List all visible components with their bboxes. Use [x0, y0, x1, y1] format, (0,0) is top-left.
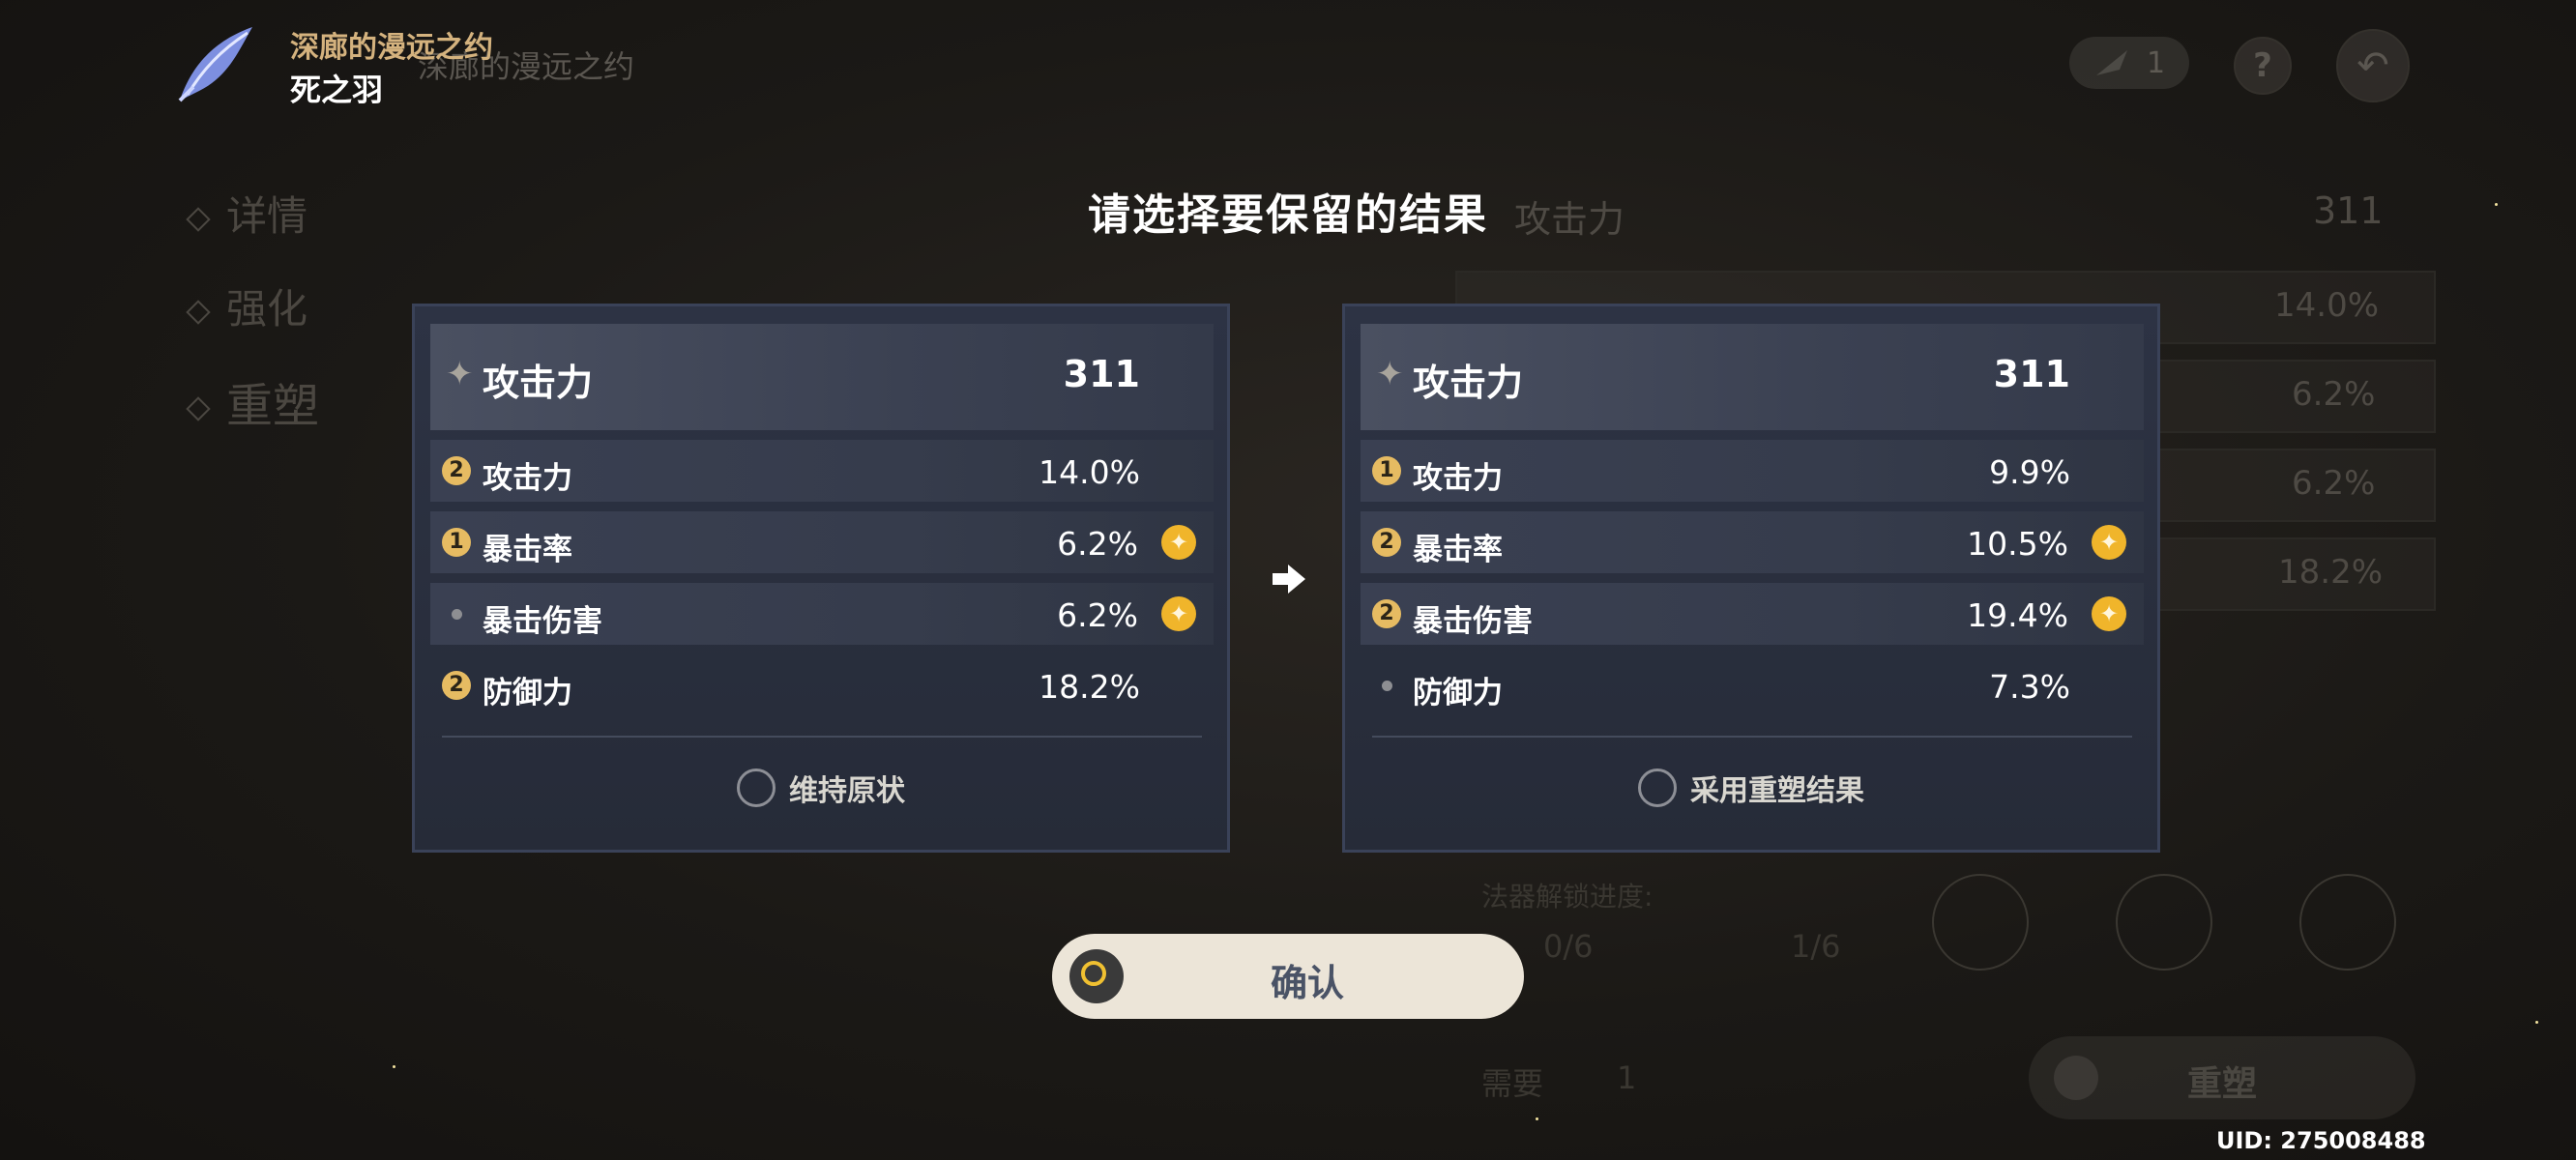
highlight-star-icon	[2092, 596, 2126, 631]
bg-substat-value: 14.0%	[2274, 286, 2380, 325]
substat-row: 1 攻击力 9.9%	[1361, 440, 2144, 502]
bg-substat-value: 6.2%	[2292, 375, 2376, 414]
radio-button[interactable]	[737, 768, 776, 807]
bg-compass-icon	[1932, 874, 2029, 971]
keep-original-option[interactable]: 维持原状	[415, 767, 1227, 809]
sparkle	[2495, 203, 2498, 206]
substat-row: 暴击伤害 6.2%	[430, 583, 1214, 645]
feather-icon	[178, 27, 252, 102]
nav-reshape[interactable]: 重塑	[186, 367, 319, 435]
main-stat-value: 311	[1063, 353, 1140, 395]
option-label: 维持原状	[789, 774, 905, 808]
star-icon: ✦	[446, 355, 474, 393]
substat-name: 攻击力	[483, 461, 572, 496]
substat-row: 2 攻击力 14.0%	[430, 440, 1214, 502]
substat-value: 6.2%	[1057, 525, 1138, 563]
option-card-keep[interactable]: ✦ 攻击力 311 2 攻击力 14.0% 1 暴击率 6.2% 暴击伤害 6.…	[412, 304, 1230, 853]
substat-value: 9.9%	[1989, 453, 2070, 491]
main-stat-name: 攻击力	[1413, 362, 1524, 404]
option-card-reshape[interactable]: ✦ 攻击力 311 1 攻击力 9.9% 2 暴击率 10.5% 2 暴击伤害 …	[1342, 304, 2160, 853]
nav-enhance[interactable]: 强化	[186, 276, 307, 335]
highlight-star-icon	[1161, 525, 1196, 560]
modal-title: 请选择要保留的结果	[1088, 190, 1488, 240]
substat-name: 防御力	[1413, 676, 1503, 710]
substat-name: 暴击率	[1413, 533, 1503, 567]
substat-value: 14.0%	[1039, 453, 1140, 491]
diamond-icon	[186, 396, 211, 421]
uid-label: UID: 275008488	[2216, 1127, 2426, 1154]
main-stat-row: ✦ 攻击力 311	[1361, 324, 2144, 430]
roll-count-badge: 2	[1372, 599, 1401, 628]
bullet-dot-icon	[1382, 681, 1392, 691]
material-icon	[2096, 50, 2127, 75]
roll-count-badge: 2	[442, 671, 471, 700]
option-label: 采用重塑结果	[1690, 774, 1864, 808]
substat-value: 7.3%	[1989, 668, 2070, 706]
artifact-piece-name: 死之羽	[290, 72, 384, 108]
substat-value: 18.2%	[1039, 668, 1140, 706]
divider	[442, 736, 1202, 738]
substat-name: 防御力	[483, 676, 572, 710]
roll-count-badge: 1	[442, 528, 471, 557]
bg-reshape-button[interactable]: 重塑	[2029, 1036, 2415, 1119]
substat-row: 防御力 7.3%	[1361, 654, 2144, 716]
substat-row: 2 暴击率 10.5%	[1361, 511, 2144, 573]
confirm-button[interactable]: 确认	[1052, 934, 1524, 1019]
bg-progress-next: 1/6	[1791, 928, 1841, 965]
substat-name: 暴击伤害	[483, 604, 602, 639]
substat-row: 2 防御力 18.2%	[430, 654, 1214, 716]
roll-count-badge: 2	[1372, 528, 1401, 557]
substat-name: 暴击伤害	[1413, 604, 1533, 639]
substat-name: 暴击率	[483, 533, 572, 567]
divider	[1372, 736, 2132, 738]
main-stat-row: ✦ 攻击力 311	[430, 324, 1214, 430]
confirm-label: 确认	[1270, 962, 1344, 1004]
bg-progress-label: 法器解锁进度:	[1481, 881, 1654, 913]
bg-need-label: 需要	[1481, 1065, 1544, 1102]
diamond-icon	[186, 299, 211, 325]
roll-count-badge: 1	[1372, 456, 1401, 485]
roll-count-badge: 2	[442, 456, 471, 485]
bg-compass-icon	[2116, 874, 2212, 971]
bg-progress-current: 0/6	[1543, 928, 1594, 965]
highlight-star-icon	[2092, 525, 2126, 560]
bg-substat-value: 6.2%	[2292, 464, 2376, 503]
bg-need-count: 1	[1617, 1059, 1637, 1096]
sparkle	[393, 1065, 395, 1068]
bg-recycle-icon	[2299, 874, 2396, 971]
star-icon: ✦	[1376, 355, 1404, 393]
substat-row: 1 暴击率 6.2%	[430, 511, 1214, 573]
sparkle	[2535, 1021, 2538, 1024]
back-button[interactable]: ↶	[2336, 29, 2410, 102]
material-counter: 1	[2069, 37, 2189, 89]
main-stat-value: 311	[1993, 353, 2070, 395]
bg-substat-value: 18.2%	[2278, 553, 2384, 592]
artifact-set-name: 深廊的漫远之约	[290, 31, 493, 65]
substat-name: 攻击力	[1413, 461, 1503, 496]
highlight-star-icon	[1161, 596, 1196, 631]
substat-value: 10.5%	[1967, 525, 2068, 563]
sparkle	[1536, 1117, 1538, 1120]
main-stat-name: 攻击力	[483, 362, 594, 404]
arrow-right-icon	[1273, 565, 1305, 594]
radio-button[interactable]	[1638, 768, 1677, 807]
help-button[interactable]: ?	[2234, 37, 2292, 95]
substat-value: 6.2%	[1057, 596, 1138, 634]
bullet-dot-icon	[452, 609, 462, 620]
substat-row: 2 暴击伤害 19.4%	[1361, 583, 2144, 645]
back-arrow-icon: ↶	[2356, 44, 2389, 88]
apply-reshape-option[interactable]: 采用重塑结果	[1345, 767, 2157, 809]
substat-value: 19.4%	[1967, 596, 2068, 634]
question-icon: ?	[2253, 46, 2272, 85]
